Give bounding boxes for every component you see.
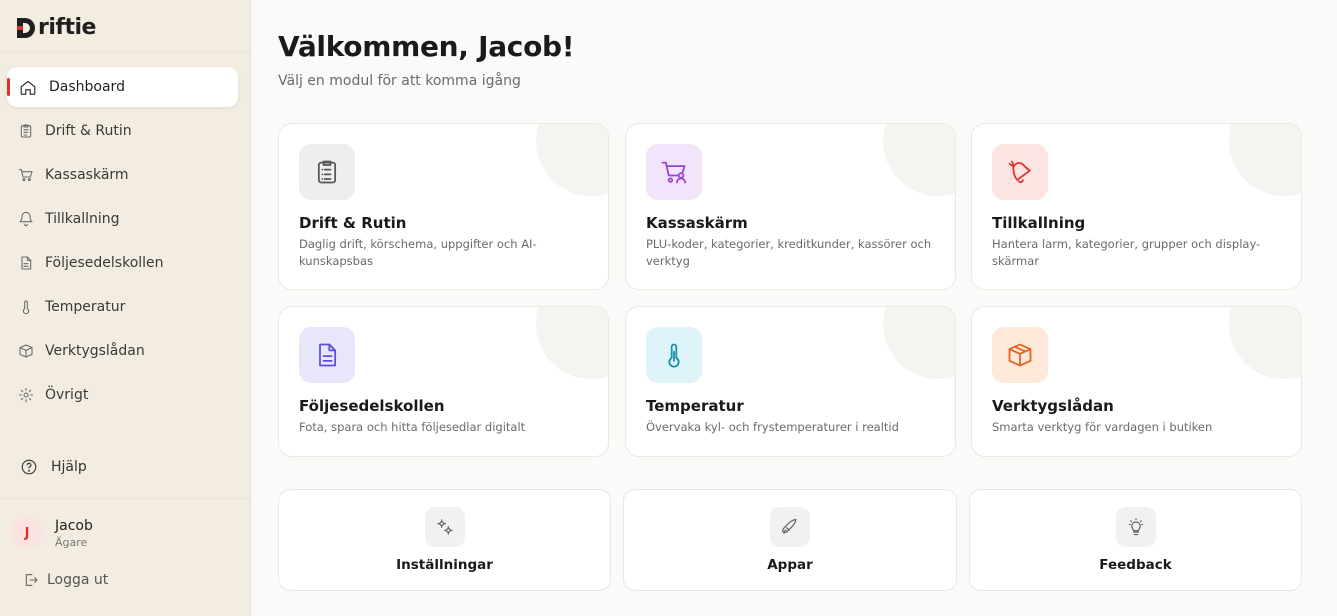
sidebar-nav: Dashboard Drift & Rutin Kassaskärm Tillk… (7, 67, 238, 419)
home-icon (19, 78, 37, 96)
sidebar-item-tillkallning[interactable]: Tillkallning (7, 199, 238, 239)
sidebar-item-label: Dashboard (49, 79, 125, 95)
document-icon (17, 254, 35, 272)
clipboard-icon (17, 122, 35, 140)
box-icon (17, 342, 35, 360)
shortcut-label: Inställningar (396, 557, 493, 573)
user-role: Ägare (55, 535, 88, 549)
page-title: Välkommen, Jacob! (278, 30, 575, 63)
module-description: Övervaka kyl- och frystemperaturer i rea… (646, 420, 899, 434)
module-title: Kassaskärm (646, 214, 748, 232)
sidebar-item-temperatur[interactable]: Temperatur (7, 287, 238, 327)
user-name: Jacob (55, 517, 93, 534)
shortcut-appar[interactable]: Appar (623, 489, 957, 591)
brand-name: riftie (38, 15, 96, 40)
module-card-verktygsladan[interactable]: Verktygslådan Smarta verktyg för vardage… (971, 306, 1302, 457)
sidebar-item-label: Kassaskärm (45, 167, 129, 183)
sidebar-item-label: Tillkallning (45, 211, 120, 227)
user-profile[interactable]: J Jacob Ägare (11, 517, 93, 549)
help-label: Hjälp (51, 459, 87, 475)
avatar: J (11, 517, 43, 549)
logout-button[interactable]: Logga ut (23, 572, 108, 588)
divider (0, 498, 251, 499)
logout-icon (25, 574, 38, 586)
sidebar-item-dashboard[interactable]: Dashboard (7, 67, 238, 107)
lightbulb-icon (1115, 507, 1156, 547)
sidebar-item-label: Drift & Rutin (45, 123, 132, 139)
sidebar-item-drift-rutin[interactable]: Drift & Rutin (7, 111, 238, 151)
bell-icon (17, 210, 35, 228)
module-description: PLU-koder, kategorier, kreditkunder, kas… (646, 237, 932, 268)
box-icon (992, 327, 1048, 383)
sidebar-item-label: Verktygslådan (45, 343, 145, 359)
sidebar-item-label: Temperatur (45, 299, 126, 315)
logo-mark-icon (17, 16, 37, 40)
page-subtitle: Välj en modul för att komma igång (278, 73, 521, 89)
cart-icon (17, 166, 35, 184)
module-title: Följesedelskollen (299, 397, 445, 415)
module-card-drift-rutin[interactable]: Drift & Rutin Daglig drift, körschema, u… (278, 123, 609, 290)
module-title: Drift & Rutin (299, 214, 407, 232)
module-description: Daglig drift, körschema, uppgifter och A… (299, 237, 537, 268)
sidebar: riftie Dashboard Drift & Rutin Kassaskär… (0, 0, 251, 616)
rocket-icon (770, 507, 810, 547)
shortcut-label: Feedback (1099, 557, 1172, 573)
gears-icon (424, 507, 465, 547)
module-description: Smarta verktyg för vardagen i butiken (992, 420, 1213, 434)
divider (0, 51, 251, 52)
thermometer-icon (17, 298, 35, 316)
logout-label: Logga ut (47, 572, 109, 588)
sidebar-item-kassaskarm[interactable]: Kassaskärm (7, 155, 238, 195)
cart-user-icon (646, 144, 702, 200)
module-description: Fota, spara och hitta följesedlar digita… (299, 420, 526, 434)
module-title: Tillkallning (992, 214, 1086, 232)
module-card-foljesedelskollen[interactable]: Följesedelskollen Fota, spara och hitta … (278, 306, 609, 457)
help-circle-icon (21, 459, 37, 475)
clipboard-icon (299, 144, 355, 200)
sidebar-item-ovrigt[interactable]: Övrigt (7, 375, 238, 415)
document-icon (299, 327, 355, 383)
module-card-temperatur[interactable]: Temperatur Övervaka kyl- och frystempera… (625, 306, 956, 457)
shortcut-label: Appar (767, 557, 813, 573)
module-title: Verktygslådan (992, 397, 1114, 415)
module-title: Temperatur (646, 397, 744, 415)
sidebar-item-verktygsladan[interactable]: Verktygslådan (7, 331, 238, 371)
brand-logo[interactable]: riftie (17, 15, 96, 40)
help-link[interactable]: Hjälp (20, 458, 87, 476)
gear-icon (17, 386, 35, 404)
bell-icon (992, 144, 1048, 200)
module-card-tillkallning[interactable]: Tillkallning Hantera larm, kategorier, g… (971, 123, 1302, 290)
shortcut-feedback[interactable]: Feedback (969, 489, 1302, 591)
sidebar-item-foljesedelskollen[interactable]: Följesedelskollen (7, 243, 238, 283)
sidebar-item-label: Följesedelskollen (45, 255, 164, 271)
module-description: Hantera larm, kategorier, grupper och di… (992, 237, 1261, 268)
thermometer-icon (646, 327, 702, 383)
module-card-kassaskarm[interactable]: Kassaskärm PLU-koder, kategorier, kredit… (625, 123, 956, 290)
shortcut-installningar[interactable]: Inställningar (278, 489, 611, 591)
sidebar-item-label: Övrigt (45, 387, 89, 403)
